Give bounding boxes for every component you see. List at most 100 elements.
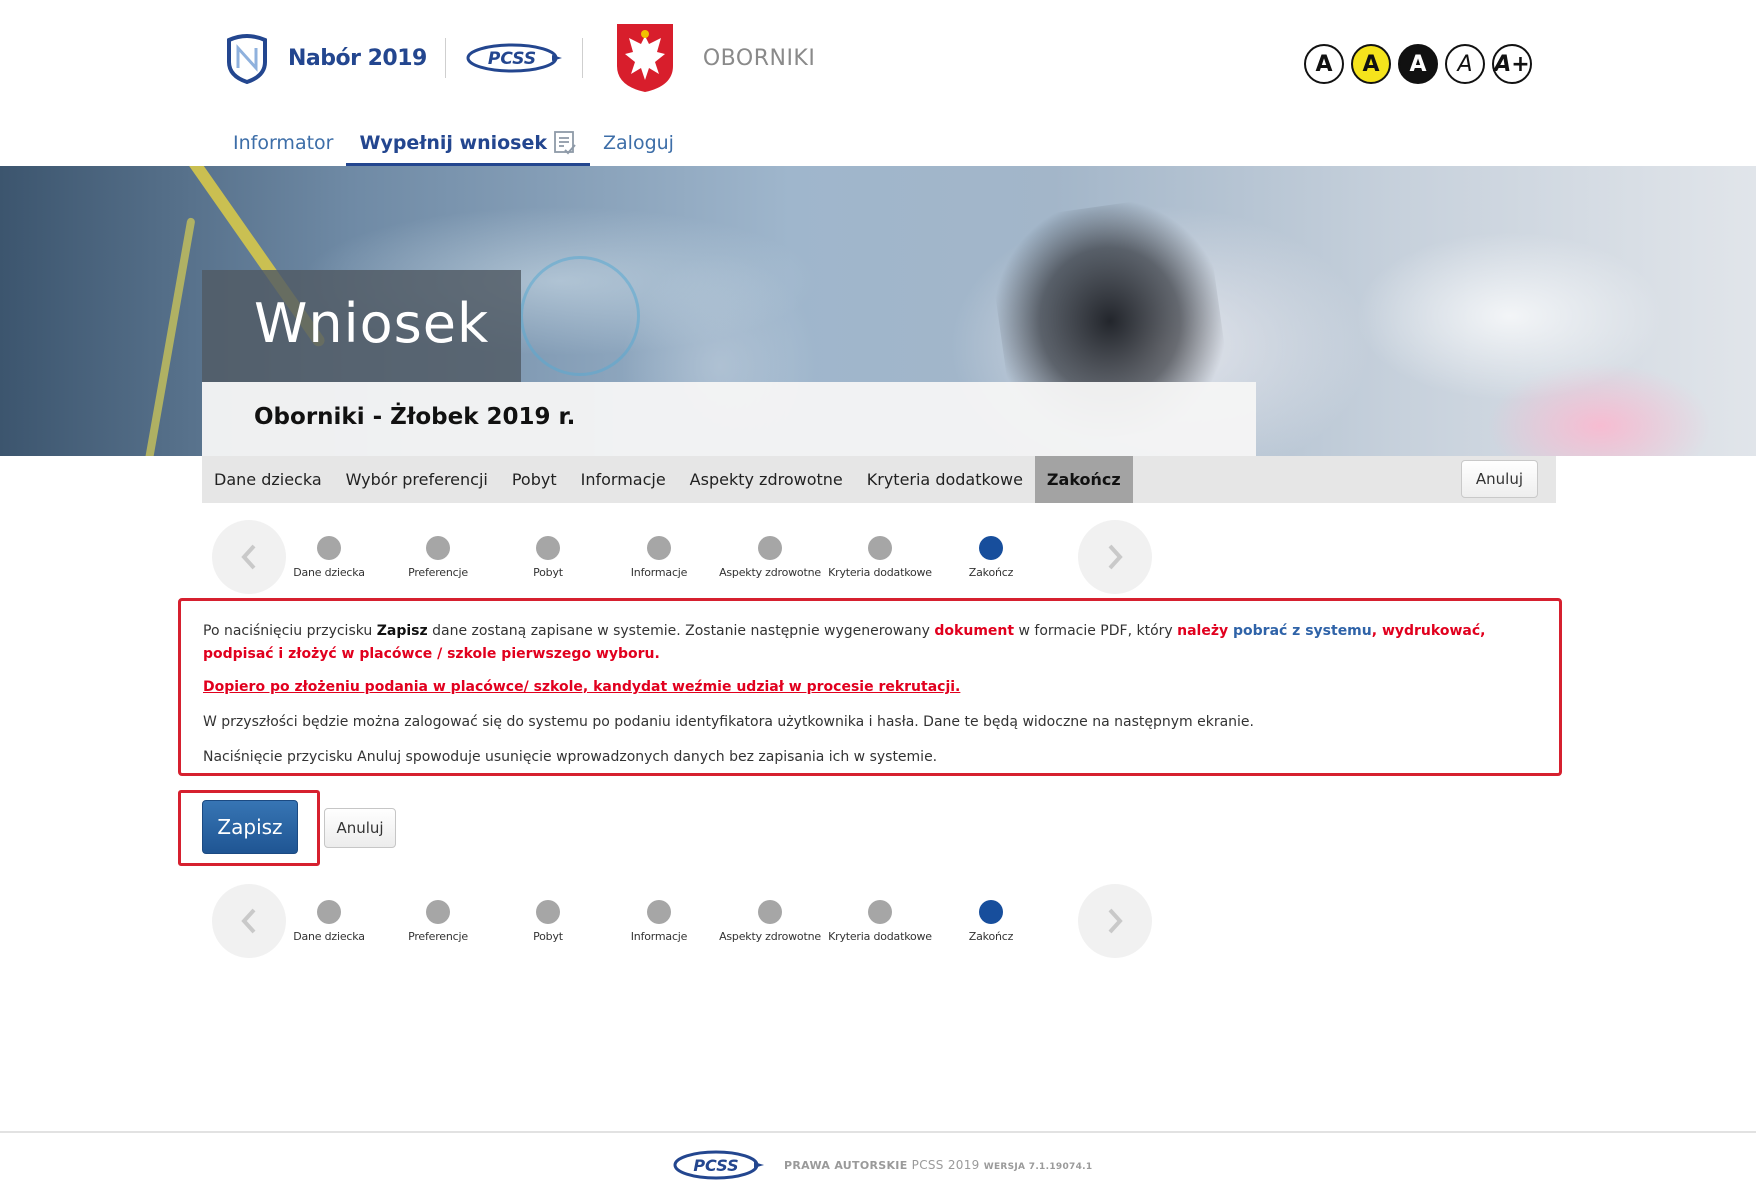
nav-fill-application[interactable]: Wypełnij wniosek xyxy=(346,128,591,166)
step-dot xyxy=(868,900,892,924)
step-label: Zakończ xyxy=(968,930,1014,943)
tab-finish[interactable]: Zakończ xyxy=(1034,456,1133,503)
contrast-default-button[interactable]: A xyxy=(1304,44,1344,84)
step-dot xyxy=(426,900,450,924)
pcss-logo-text: PCSS xyxy=(488,49,536,69)
step-information[interactable]: Informacje xyxy=(604,536,714,579)
step-health[interactable]: Aspekty zdrowotne xyxy=(715,900,825,943)
info-text: w formacie PDF, który xyxy=(1014,623,1178,639)
chevron-right-icon xyxy=(1108,908,1123,934)
step-dot xyxy=(868,536,892,560)
nav-fill-application-label: Wypełnij wniosek xyxy=(359,132,548,154)
info-text-red: dokument xyxy=(934,623,1015,639)
cancel-button-top[interactable]: Anuluj xyxy=(1460,460,1538,498)
step-finish[interactable]: Zakończ xyxy=(936,536,1046,579)
city-crest-icon xyxy=(616,24,673,92)
info-paragraph-warning: Dopiero po złożeniu podania w placówce/ … xyxy=(203,676,1539,699)
step-label: Pobyt xyxy=(533,930,563,943)
nav-login[interactable]: Zaloguj xyxy=(590,128,687,166)
info-text-red: należy xyxy=(1177,623,1229,639)
page-subtitle-box: Oborniki - Żłobek 2019 r. xyxy=(202,382,1256,456)
chevron-left-icon xyxy=(241,544,256,570)
hero-background-shape xyxy=(520,256,640,376)
contrast-controls: A A A A A+ xyxy=(1304,44,1532,84)
nabor-logo-icon xyxy=(227,34,267,84)
tab-extra-criteria[interactable]: Kryteria dodatkowe xyxy=(855,456,1035,503)
step-child-data[interactable]: Dane dziecka xyxy=(274,900,384,943)
city-name: OBORNIKI xyxy=(702,45,816,71)
nav-informator[interactable]: Informator xyxy=(220,128,346,166)
step-label: Dane dziecka xyxy=(293,930,365,943)
page-title: Wniosek xyxy=(254,292,490,355)
tab-preferences[interactable]: Wybór preferencji xyxy=(334,456,500,503)
font-larger-button[interactable]: A+ xyxy=(1492,44,1532,84)
page-title-box: Wniosek xyxy=(202,270,521,382)
step-dot xyxy=(758,900,782,924)
contrast-yellow-button[interactable]: A xyxy=(1351,44,1391,84)
step-label: Pobyt xyxy=(533,566,563,579)
pcss-footer-logo-text: PCSS xyxy=(693,1156,738,1175)
document-check-icon xyxy=(554,131,576,155)
step-dot xyxy=(536,900,560,924)
step-dot-active xyxy=(979,900,1003,924)
step-dot xyxy=(758,536,782,560)
step-stay[interactable]: Pobyt xyxy=(493,536,603,579)
page-subtitle: Oborniki - Żłobek 2019 r. xyxy=(254,404,576,430)
step-extra-criteria[interactable]: Kryteria dodatkowe xyxy=(825,900,935,943)
step-dot xyxy=(317,900,341,924)
step-tabs: Dane dziecka Wybór preferencji Pobyt Inf… xyxy=(202,456,1556,503)
tab-information[interactable]: Informacje xyxy=(569,456,678,503)
brand: Nabór 2019 PCSS OBORNIKI xyxy=(224,24,816,92)
copyright-text: PRAWA AUTORSKIE PCSS 2019 WERSJA 7.1.190… xyxy=(784,1158,1092,1172)
divider xyxy=(581,38,583,78)
contrast-dark-button[interactable]: A xyxy=(1398,44,1438,84)
info-paragraph-login: W przyszłości będzie można zalogować się… xyxy=(203,714,1254,730)
step-label: Kryteria dodatkowe xyxy=(828,930,932,943)
step-label: Informacje xyxy=(630,566,688,579)
step-extra-criteria[interactable]: Kryteria dodatkowe xyxy=(825,536,935,579)
step-child-data[interactable]: Dane dziecka xyxy=(274,536,384,579)
step-stay[interactable]: Pobyt xyxy=(493,900,603,943)
divider xyxy=(444,38,446,78)
progress-stepper-top: Dane dziecka Preferencje Pobyt Informacj… xyxy=(212,520,1152,594)
info-text-warning: Dopiero po złożeniu podania w placówce/ … xyxy=(203,679,961,695)
brand-label: Nabór 2019 xyxy=(288,45,427,71)
tab-child-data[interactable]: Dane dziecka xyxy=(202,456,334,503)
step-finish[interactable]: Zakończ xyxy=(936,900,1046,943)
step-label: Dane dziecka xyxy=(293,566,365,579)
pcss-logo-icon: PCSS xyxy=(466,43,562,73)
step-dot xyxy=(426,536,450,560)
chevron-left-icon xyxy=(241,908,256,934)
footer-divider xyxy=(0,1131,1756,1133)
step-label: Zakończ xyxy=(968,566,1014,579)
tab-stay[interactable]: Pobyt xyxy=(500,456,569,503)
save-button[interactable]: Zapisz xyxy=(202,800,298,854)
step-label: Aspekty zdrowotne xyxy=(719,566,821,579)
info-text: Po naciśnięciu przycisku xyxy=(203,623,377,639)
copyright-label: PRAWA AUTORSKIE xyxy=(784,1159,908,1172)
pcss-footer-logo-icon: PCSS xyxy=(673,1150,764,1180)
font-normal-button[interactable]: A xyxy=(1445,44,1485,84)
step-preferences[interactable]: Preferencje xyxy=(383,900,493,943)
step-label: Preferencje xyxy=(408,566,468,579)
copyright-owner: PCSS 2019 xyxy=(911,1158,980,1172)
cancel-button[interactable]: Anuluj xyxy=(324,808,396,848)
step-label: Kryteria dodatkowe xyxy=(828,566,932,579)
version-text: WERSJA 7.1.19074.1 xyxy=(983,1162,1093,1172)
step-health[interactable]: Aspekty zdrowotne xyxy=(715,536,825,579)
top-navigation: Informator Wypełnij wniosek Zaloguj xyxy=(220,128,687,166)
step-dot xyxy=(647,900,671,924)
footer: PCSS PRAWA AUTORSKIE PCSS 2019 WERSJA 7.… xyxy=(672,1148,1092,1182)
info-notice: Po naciśnięciu przycisku Zapisz dane zos… xyxy=(178,598,1562,776)
tab-health[interactable]: Aspekty zdrowotne xyxy=(678,456,855,503)
step-label: Informacje xyxy=(630,930,688,943)
step-preferences[interactable]: Preferencje xyxy=(383,536,493,579)
step-information[interactable]: Informacje xyxy=(604,900,714,943)
next-step-button[interactable] xyxy=(1078,884,1152,958)
info-text-blue: pobrać z systemu xyxy=(1228,623,1372,639)
progress-stepper-bottom: Dane dziecka Preferencje Pobyt Informacj… xyxy=(212,884,1152,958)
next-step-button[interactable] xyxy=(1078,520,1152,594)
info-paragraph-cancel: Naciśnięcie przycisku Anuluj spowoduje u… xyxy=(203,749,938,765)
step-label: Preferencje xyxy=(408,930,468,943)
step-dot xyxy=(317,536,341,560)
